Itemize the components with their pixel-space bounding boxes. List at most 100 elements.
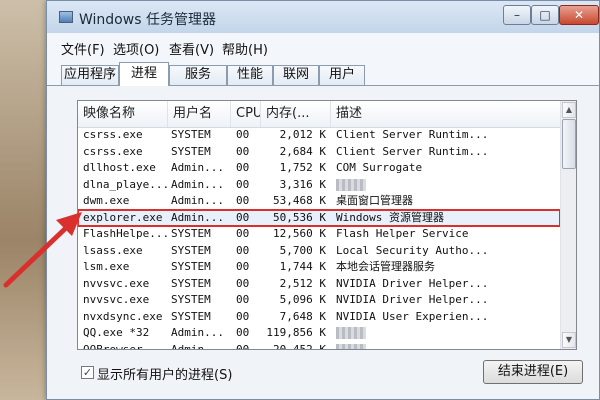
menu-options[interactable]: 选项(O) bbox=[113, 39, 159, 58]
cpu-cell: 00 bbox=[236, 128, 250, 141]
process-name-cell: explorer.exe bbox=[83, 210, 163, 224]
process-row[interactable]: csrss.exe SYSTEM 00 2,012 K Client Server Ru… bbox=[78, 127, 560, 143]
scroll-thumb[interactable] bbox=[562, 119, 576, 169]
task-manager-window: Windows 任务管理器 – □ ✕ 文件(F) 选项(O) 查看(V) 帮助… bbox=[46, 0, 600, 400]
process-row[interactable]: lsm.exe SYSTEM 00 1,744 K 本地会话管理器服务 bbox=[78, 259, 560, 275]
description-cell: NVIDIA Driver Helper... bbox=[336, 293, 489, 306]
process-name-cell: csrss.exe bbox=[83, 128, 143, 141]
show-all-processes-checkbox[interactable]: ✓ bbox=[81, 366, 94, 379]
cpu-cell: 00 bbox=[236, 276, 250, 290]
scroll-down-icon[interactable]: ▼ bbox=[562, 332, 576, 348]
description-cell bbox=[336, 342, 558, 349]
cpu-cell: 00 bbox=[236, 161, 250, 174]
process-row[interactable]: csrss.exe SYSTEM 00 2,684 K Client Server Ru… bbox=[78, 144, 560, 160]
memory-cell: 119,856 K bbox=[266, 326, 326, 339]
tab-strip: 应用程序 进程 服务 性能 联网 用户 bbox=[47, 59, 599, 86]
memory-cell: 5,700 K bbox=[279, 243, 326, 257]
process-name-cell: dlna_playe... bbox=[83, 177, 168, 191]
cpu-cell: 00 bbox=[236, 144, 250, 158]
description-cell: Client Server Runtim... bbox=[336, 144, 489, 158]
memory-cell: 2,012 K bbox=[279, 128, 326, 141]
user-name-cell: SYSTEM bbox=[171, 128, 211, 141]
menu-bar: 文件(F) 选项(O) 查看(V) 帮助(H) bbox=[47, 33, 599, 60]
cpu-cell: 00 bbox=[236, 227, 250, 240]
panel-footer: ✓ 显示所有用户的进程(S) 结束进程(E) bbox=[47, 358, 599, 388]
column-header-row: 映像名称 ^ 用户名 CPU 内存(... 描述 bbox=[78, 101, 560, 128]
blurred-description bbox=[336, 178, 366, 191]
tab-users[interactable]: 用户 bbox=[319, 65, 365, 85]
column-description[interactable]: 描述 bbox=[331, 101, 560, 127]
process-row[interactable]: dllhost.exe Admin... 00 1,752 K COM Surrogat… bbox=[78, 160, 560, 176]
user-name-cell: SYSTEM bbox=[171, 276, 211, 290]
process-name-cell: nvvsvc.exe bbox=[83, 293, 150, 306]
close-button[interactable]: ✕ bbox=[559, 5, 599, 25]
process-row[interactable]: lsass.exe SYSTEM 00 5,700 K Local Security A… bbox=[78, 243, 560, 259]
memory-cell: 12,560 K bbox=[273, 227, 326, 240]
menu-file[interactable]: 文件(F) bbox=[61, 39, 105, 58]
user-name-cell: Admin... bbox=[171, 210, 224, 224]
user-name-cell: Admin... bbox=[171, 342, 224, 350]
tab-networking[interactable]: 联网 bbox=[273, 65, 319, 85]
desktop-background bbox=[0, 0, 48, 400]
cpu-cell: 00 bbox=[236, 326, 250, 339]
description-cell: Windows 资源管理器 bbox=[336, 210, 444, 224]
memory-cell: 2,512 K bbox=[279, 276, 326, 290]
tab-performance[interactable]: 性能 bbox=[227, 65, 273, 85]
user-name-cell: SYSTEM bbox=[171, 309, 211, 323]
cpu-cell: 00 bbox=[236, 293, 250, 306]
cpu-cell: 00 bbox=[236, 260, 250, 273]
cpu-cell: 00 bbox=[236, 309, 250, 323]
process-name-cell: QQBrowser.... bbox=[83, 342, 168, 350]
scroll-up-icon[interactable]: ▲ bbox=[562, 102, 576, 118]
title-bar[interactable]: Windows 任务管理器 – □ ✕ bbox=[47, 1, 599, 33]
process-row[interactable]: dwm.exe Admin... 00 53,468 K 桌面窗口管理器 bbox=[78, 193, 560, 209]
memory-cell: 3,316 K bbox=[279, 177, 326, 191]
description-cell: COM Surrogate bbox=[336, 161, 423, 174]
user-name-cell: SYSTEM bbox=[171, 260, 211, 273]
process-name-cell: lsm.exe bbox=[83, 260, 130, 273]
description-cell: 本地会话管理器服务 bbox=[336, 260, 435, 273]
tab-services[interactable]: 服务 bbox=[169, 65, 227, 85]
vertical-scrollbar[interactable]: ▲ ▼ bbox=[560, 101, 576, 349]
blurred-description bbox=[336, 327, 366, 339]
column-memory[interactable]: 内存(... bbox=[261, 101, 331, 127]
process-row[interactable]: QQ.exe *32 Admin... 00 119,856 K bbox=[78, 325, 560, 341]
cpu-cell: 00 bbox=[236, 243, 250, 257]
tab-applications[interactable]: 应用程序 bbox=[61, 65, 119, 85]
process-name-cell: nvxdsync.exe bbox=[83, 309, 163, 323]
memory-cell: 7,648 K bbox=[279, 309, 326, 323]
user-name-cell: Admin... bbox=[171, 161, 224, 174]
column-user-name[interactable]: 用户名 bbox=[168, 101, 231, 127]
process-list[interactable]: 映像名称 ^ 用户名 CPU 内存(... 描述 csrss.exe SYSTEM… bbox=[77, 100, 577, 350]
minimize-button[interactable]: – bbox=[503, 5, 531, 25]
process-row[interactable]: nvvsvc.exe SYSTEM 00 2,512 K NVIDIA Driver H… bbox=[78, 276, 560, 292]
user-name-cell: SYSTEM bbox=[171, 144, 211, 158]
menu-help[interactable]: 帮助(H) bbox=[222, 39, 268, 58]
user-name-cell: SYSTEM bbox=[171, 227, 211, 240]
process-row[interactable]: dlna_playe... Admin... 00 3,316 K bbox=[78, 177, 560, 193]
column-cpu[interactable]: CPU bbox=[231, 101, 261, 127]
tab-processes[interactable]: 进程 bbox=[119, 62, 169, 86]
process-name-cell: csrss.exe bbox=[83, 144, 143, 158]
show-all-processes-label: 显示所有用户的进程(S) bbox=[97, 368, 233, 383]
memory-cell: 1,744 K bbox=[279, 260, 326, 273]
description-cell: Local Security Autho... bbox=[336, 243, 489, 257]
user-name-cell: Admin... bbox=[171, 177, 224, 191]
process-name-cell: dwm.exe bbox=[83, 194, 130, 207]
process-row[interactable]: QQBrowser.... Admin... 00 20,452 K bbox=[78, 342, 560, 350]
memory-cell: 20,452 K bbox=[273, 342, 326, 350]
process-row[interactable]: explorer.exe Admin... 00 50,536 K Windows 资源… bbox=[78, 208, 561, 227]
end-process-button[interactable]: 结束进程(E) bbox=[483, 360, 583, 384]
description-cell: NVIDIA Driver Helper... bbox=[336, 276, 489, 290]
user-name-cell: Admin... bbox=[171, 194, 224, 207]
process-row[interactable]: nvxdsync.exe SYSTEM 00 7,648 K NVIDIA User E… bbox=[78, 309, 560, 325]
process-row[interactable]: FlashHelpe... SYSTEM 00 12,560 K Flash Helpe… bbox=[78, 226, 560, 242]
processes-panel: 映像名称 ^ 用户名 CPU 内存(... 描述 csrss.exe SYSTEM… bbox=[47, 85, 599, 399]
menu-view[interactable]: 查看(V) bbox=[169, 39, 214, 58]
column-image-name[interactable]: 映像名称 ^ bbox=[78, 101, 168, 127]
maximize-button[interactable]: □ bbox=[531, 5, 559, 25]
process-name-cell: QQ.exe *32 bbox=[83, 326, 150, 339]
user-name-cell: SYSTEM bbox=[171, 293, 211, 306]
process-row[interactable]: nvvsvc.exe SYSTEM 00 5,096 K NVIDIA Driver H… bbox=[78, 292, 560, 308]
window-title: Windows 任务管理器 bbox=[79, 12, 216, 28]
